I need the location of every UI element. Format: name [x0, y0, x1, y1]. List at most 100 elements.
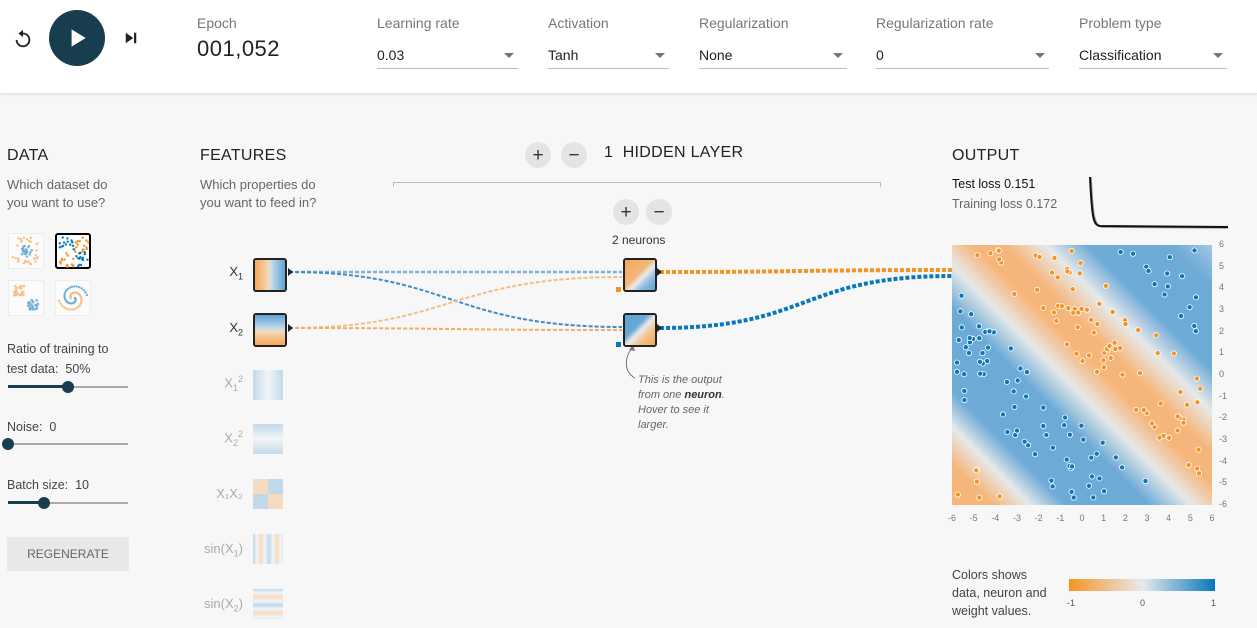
data-point — [1063, 341, 1070, 348]
data-point — [966, 335, 973, 342]
callout-line: from one neuron. — [638, 388, 738, 403]
data-point — [1017, 365, 1024, 372]
data-point — [1090, 329, 1097, 336]
data-point — [1023, 393, 1030, 400]
data-point — [1101, 488, 1108, 495]
data-point — [1109, 309, 1116, 316]
x-tick-label: 2 — [1122, 513, 1128, 523]
y-tick-label: -5 — [1219, 477, 1228, 488]
remove-neuron-button[interactable]: − — [646, 199, 672, 225]
data-point — [1177, 389, 1184, 396]
data-point — [962, 344, 969, 351]
data-point — [1102, 282, 1109, 289]
output-heatmap[interactable] — [952, 245, 1212, 505]
link-x2-n2[interactable] — [288, 327, 623, 331]
data-point — [1043, 431, 1050, 438]
x-tick-label: -1 — [1056, 513, 1065, 523]
data-point — [1011, 403, 1018, 410]
data-point — [1164, 270, 1171, 277]
data-point — [1078, 422, 1085, 429]
link-x1-n2[interactable] — [288, 271, 623, 328]
data-point — [1004, 378, 1011, 385]
data-point — [1166, 254, 1173, 261]
data-point — [1068, 488, 1075, 495]
data-point — [1069, 463, 1076, 470]
data-point — [1180, 419, 1187, 426]
data-point — [1075, 309, 1082, 316]
n1-bias[interactable] — [616, 287, 621, 292]
data-point — [1077, 259, 1084, 266]
hidden-layer-title: 1 HIDDEN LAYER — [604, 144, 743, 162]
data-point — [1040, 404, 1047, 411]
data-point — [1085, 482, 1092, 489]
data-point — [1062, 414, 1069, 421]
data-point — [1194, 399, 1201, 406]
data-point — [1088, 473, 1095, 480]
link-n2-output[interactable] — [659, 274, 953, 330]
data-point — [1034, 286, 1041, 293]
legend-tick-min: -1 — [1067, 598, 1076, 608]
data-point — [1049, 269, 1056, 276]
data-point — [1080, 436, 1087, 443]
n1-output-arrow — [657, 268, 662, 276]
data-point — [1164, 283, 1171, 290]
add-layer-button[interactable]: + — [525, 142, 551, 168]
data-point — [954, 491, 961, 498]
y-tick-label: 5 — [1219, 260, 1225, 271]
data-point — [1010, 388, 1017, 395]
data-point — [1049, 444, 1056, 451]
data-point — [1122, 321, 1129, 328]
y-tick-label: 0 — [1219, 369, 1225, 379]
data-point — [1040, 422, 1047, 429]
data-point — [1142, 478, 1149, 485]
x-tick-label: -4 — [991, 513, 1000, 523]
link-n1-output[interactable] — [659, 268, 953, 274]
data-point — [1157, 400, 1164, 407]
data-point — [955, 336, 962, 343]
data-point — [1191, 322, 1198, 329]
add-neuron-button[interactable]: + — [613, 199, 639, 225]
data-point — [1107, 354, 1114, 361]
data-point — [973, 467, 980, 474]
data-point — [1100, 357, 1107, 364]
data-point — [1051, 309, 1058, 316]
remove-layer-button[interactable]: − — [561, 142, 587, 168]
data-point — [1106, 343, 1113, 350]
data-point — [1096, 475, 1103, 482]
data-point — [1111, 339, 1118, 346]
data-point — [974, 252, 981, 259]
hidden-neuron-1[interactable] — [623, 258, 657, 292]
data-point — [995, 247, 1002, 254]
data-point — [1100, 364, 1107, 371]
data-point — [1079, 358, 1086, 365]
data-point — [1166, 434, 1173, 441]
data-point — [976, 494, 983, 501]
color-scale-bar — [1069, 579, 1215, 591]
data-point — [1051, 254, 1058, 261]
data-point — [1174, 413, 1181, 420]
data-point — [954, 359, 960, 366]
data-point — [1119, 464, 1126, 471]
data-point — [1093, 450, 1100, 457]
heatmap-background — [952, 245, 1212, 505]
data-point — [973, 478, 980, 485]
link-x2-n1[interactable] — [288, 276, 623, 329]
data-point — [1096, 300, 1103, 307]
y-tick-label: 6 — [1219, 239, 1225, 249]
data-point — [1088, 454, 1095, 461]
hidden-neuron-2[interactable] — [623, 313, 657, 347]
data-point — [1135, 327, 1142, 334]
data-point — [954, 368, 960, 375]
data-point — [958, 324, 965, 331]
data-point — [1112, 454, 1119, 461]
data-point — [1192, 294, 1199, 301]
colors-legend-note: Colors shows data, neuron and weight val… — [952, 566, 1062, 620]
x2-output-arrow — [288, 324, 293, 332]
data-point — [961, 387, 968, 394]
data-point — [958, 292, 965, 299]
n2-bias[interactable] — [616, 342, 621, 347]
y-tick-label: 1 — [1219, 347, 1225, 358]
data-point — [987, 250, 994, 257]
data-point — [1192, 328, 1199, 335]
minus-icon: − — [568, 144, 580, 166]
